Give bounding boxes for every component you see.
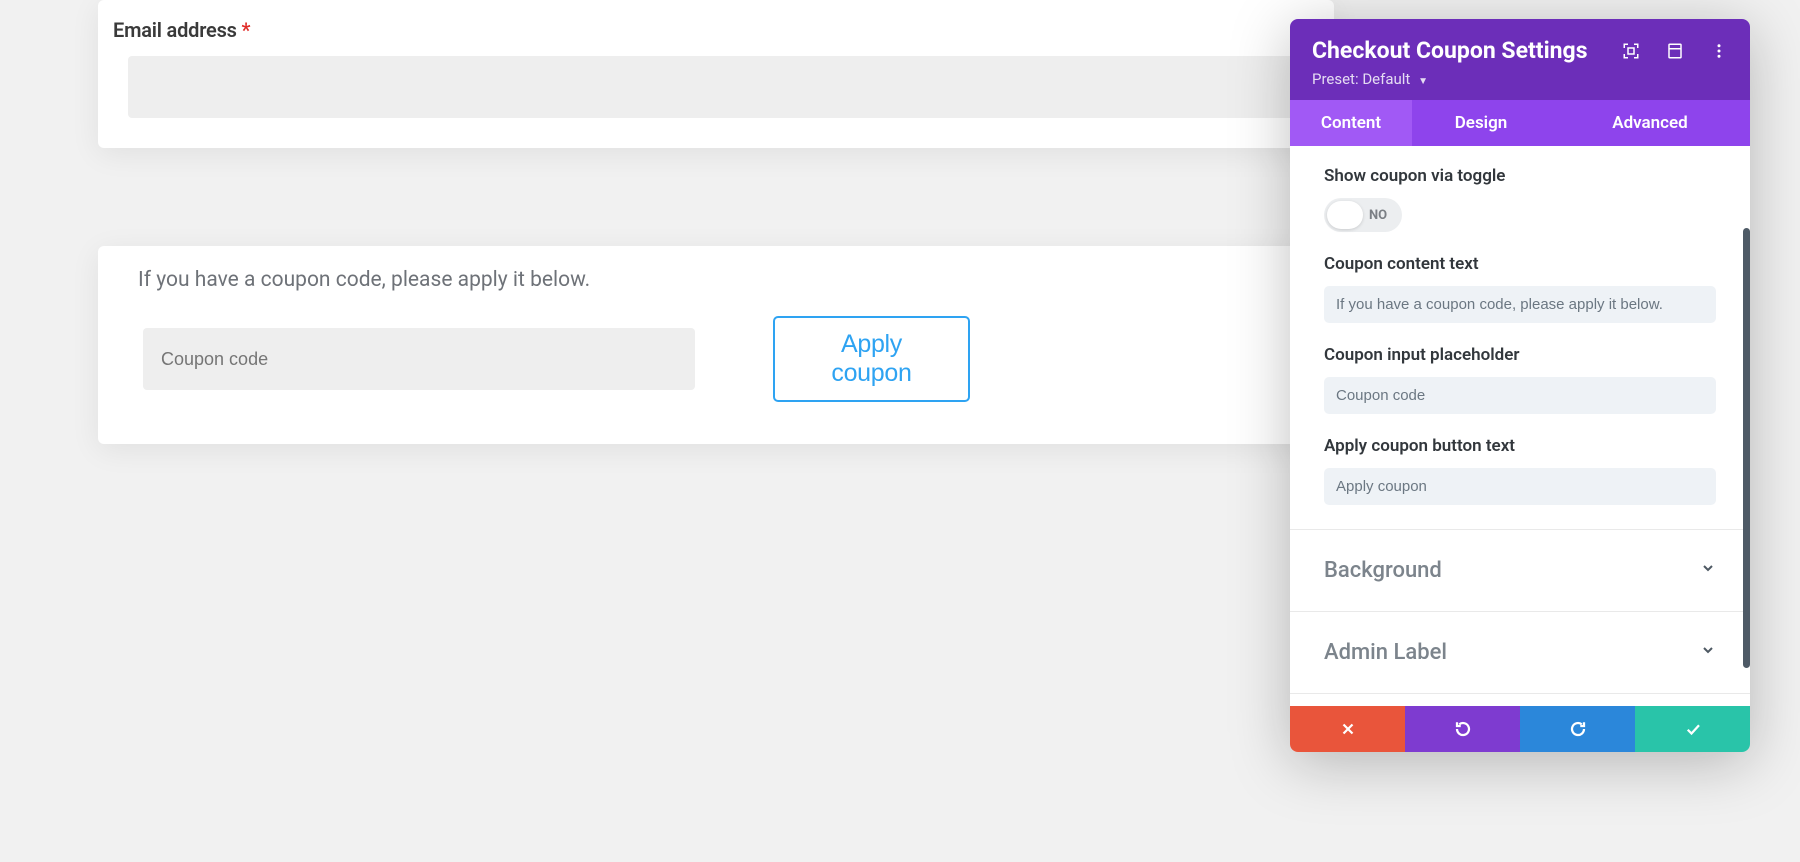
email-card: Email address * (98, 0, 1334, 148)
background-label: Background (1324, 558, 1442, 583)
expand-icon[interactable] (1622, 42, 1640, 60)
coupon-row: Apply coupon (128, 316, 1304, 414)
chevron-down-icon (1700, 642, 1716, 663)
toggle-value: NO (1369, 208, 1387, 223)
coupon-code-input[interactable] (143, 328, 695, 390)
apply-coupon-button[interactable]: Apply coupon (773, 316, 970, 402)
scrollbar[interactable] (1743, 228, 1750, 668)
button-text-label: Apply coupon button text (1324, 436, 1716, 456)
preset-select[interactable]: Preset: Default ▼ (1312, 70, 1728, 88)
admin-label-group[interactable]: Admin Label (1290, 611, 1750, 694)
more-icon[interactable] (1710, 42, 1728, 60)
tab-content[interactable]: Content (1290, 100, 1412, 146)
tab-advanced[interactable]: Advanced (1550, 100, 1750, 146)
undo-button[interactable] (1405, 706, 1520, 752)
cancel-button[interactable] (1290, 706, 1405, 752)
save-button[interactable] (1635, 706, 1750, 752)
preset-label: Preset: Default (1312, 70, 1410, 88)
email-label: Email address * (113, 18, 1304, 42)
toggle-knob (1327, 201, 1363, 229)
panel-title: Checkout Coupon Settings (1312, 37, 1588, 64)
redo-button[interactable] (1520, 706, 1635, 752)
content-text-input[interactable] (1324, 286, 1716, 323)
button-text-input[interactable] (1324, 468, 1716, 505)
email-label-text: Email address (113, 18, 237, 42)
chevron-down-icon (1700, 560, 1716, 581)
panel-tabs: Content Design Advanced (1290, 100, 1750, 146)
settings-panel: Checkout Coupon Settings Preset: Default… (1290, 19, 1750, 752)
responsive-icon[interactable] (1666, 42, 1684, 60)
panel-header-icons (1622, 42, 1728, 60)
tab-design[interactable]: Design (1412, 100, 1550, 146)
background-group[interactable]: Background (1290, 529, 1750, 611)
email-input[interactable] (128, 56, 1304, 118)
panel-title-row: Checkout Coupon Settings (1312, 37, 1728, 64)
panel-header[interactable]: Checkout Coupon Settings Preset: Default… (1290, 19, 1750, 100)
panel-footer (1290, 706, 1750, 752)
show-coupon-toggle[interactable]: NO (1324, 198, 1402, 232)
show-toggle-label: Show coupon via toggle (1324, 166, 1716, 186)
placeholder-label: Coupon input placeholder (1324, 345, 1716, 365)
admin-label-label: Admin Label (1324, 640, 1447, 665)
required-asterisk: * (242, 18, 251, 42)
placeholder-input[interactable] (1324, 377, 1716, 414)
option-group-text: Show coupon via toggle NO Coupon content… (1290, 146, 1750, 529)
coupon-card: If you have a coupon code, please apply … (98, 246, 1334, 444)
caret-down-icon: ▼ (1418, 76, 1428, 87)
content-text-label: Coupon content text (1324, 254, 1716, 274)
panel-body: Show coupon via toggle NO Coupon content… (1290, 146, 1750, 706)
coupon-content-text: If you have a coupon code, please apply … (128, 264, 1304, 292)
